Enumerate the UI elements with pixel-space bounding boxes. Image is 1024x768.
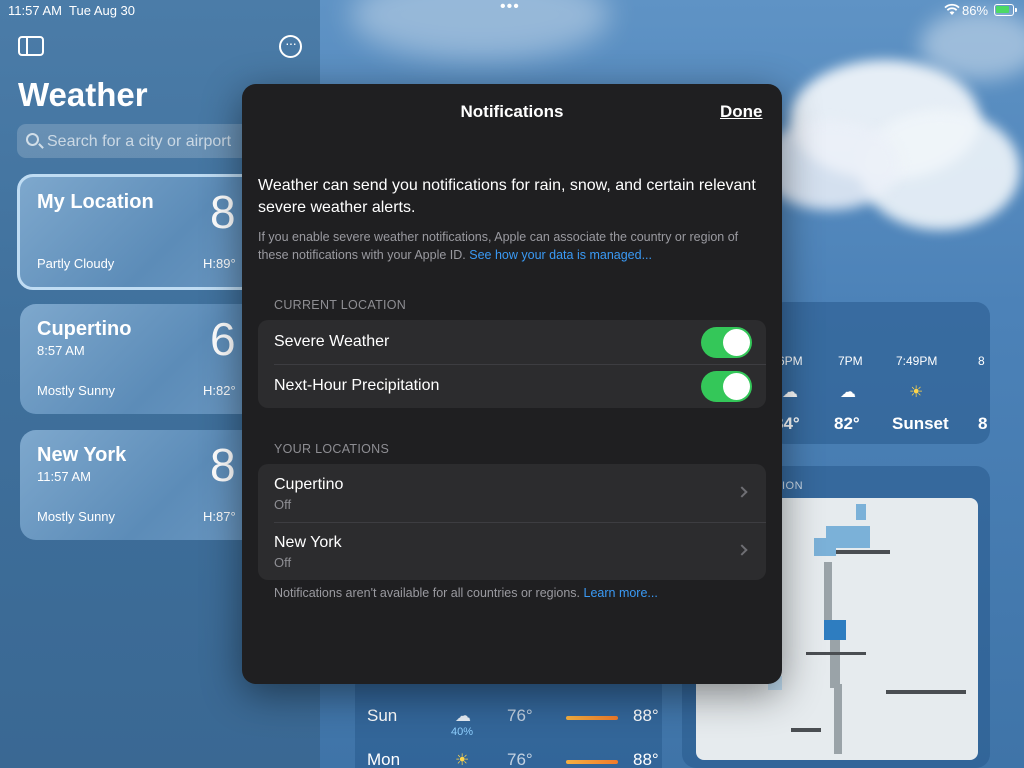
rain-cloud-icon: ☁: [455, 708, 471, 725]
day-label: Sun: [367, 706, 398, 725]
row-label: Severe Weather: [274, 333, 390, 350]
battery-icon: [994, 4, 1017, 16]
section-header-current-location: CURRENT LOCATION: [274, 298, 407, 312]
search-placeholder: Search for a city or airport: [47, 133, 232, 150]
row-label: New York: [274, 534, 342, 551]
location-high: H:87°: [203, 509, 236, 524]
learn-more-link[interactable]: Learn more...: [584, 586, 658, 600]
row-state: Off: [274, 497, 292, 512]
card-header: ION: [782, 480, 804, 492]
location-temp: 6: [210, 313, 236, 365]
wifi-icon: [944, 3, 960, 19]
status-date: Tue Aug 30: [69, 3, 136, 18]
location-condition: Partly Cloudy: [37, 256, 115, 271]
location-name: New York: [37, 444, 127, 466]
day-low: 76°: [507, 750, 533, 768]
toggle-knob: [723, 373, 750, 400]
day-high: 88°: [633, 750, 659, 768]
location-condition: Mostly Sunny: [37, 383, 116, 398]
multitasking-dots[interactable]: •••: [500, 0, 520, 16]
location-high: H:89°: [203, 256, 236, 271]
status-time: 11:57 AM: [8, 3, 62, 18]
chevron-right-icon: [736, 544, 748, 556]
chevron-right-icon: [736, 486, 748, 498]
location-name: Cupertino: [37, 318, 132, 340]
section-header-your-locations: YOUR LOCATIONS: [274, 442, 390, 456]
modal-title: Notifications: [460, 102, 564, 121]
row-label: Next-Hour Precipitation: [274, 377, 440, 394]
cloud-icon: ☁: [840, 384, 856, 401]
hourly-forecast-card: 6PM 7PM 7:49PM 8 ☁ ☁ ☀ 84° 82° Sunset 8: [770, 302, 990, 444]
footer-note: Notifications aren't available for all c…: [274, 586, 658, 600]
hour-label: 7PM: [838, 354, 863, 368]
location-name: My Location: [37, 191, 154, 213]
daily-row: Mon ☀ 76° 88°: [367, 750, 659, 768]
page-title: Weather: [18, 76, 148, 113]
next-hour-precipitation-row[interactable]: Next-Hour Precipitation: [258, 364, 766, 408]
battery-percent: 86%: [962, 3, 989, 18]
location-temp: 8: [210, 186, 236, 238]
search-icon: [26, 133, 39, 146]
done-button[interactable]: Done: [720, 102, 763, 122]
location-high: H:82°: [203, 383, 236, 398]
privacy-text: If you enable severe weather notificatio…: [258, 228, 763, 264]
footer-text: Notifications aren't available for all c…: [274, 586, 581, 600]
more-options-icon[interactable]: ···: [279, 35, 302, 58]
hour-label: 7:49PM: [896, 354, 938, 368]
intro-text: Weather can send you notifications for r…: [258, 177, 756, 216]
toggle-knob: [723, 329, 750, 356]
next-hour-precipitation-toggle[interactable]: [701, 371, 752, 402]
daily-forecast-card: 40% Sun ☁ 40% 76° 88° Mon ☀ 76° 88°: [355, 672, 662, 768]
location-row-cupertino[interactable]: Cupertino Off: [258, 464, 766, 522]
location-time: 11:57 AM: [37, 469, 91, 484]
hour-label: 8: [978, 354, 985, 368]
sunset-icon: ☀: [909, 384, 924, 401]
precip-chance: 40%: [451, 726, 474, 738]
location-condition: Mostly Sunny: [37, 509, 116, 524]
current-location-group: Severe Weather Next-Hour Precipitation: [258, 320, 766, 408]
hour-temp: 82°: [834, 414, 860, 433]
row-label: Cupertino: [274, 476, 344, 493]
your-locations-group: Cupertino Off New York Off: [258, 464, 766, 580]
daily-row: Sun ☁ 40% 76° 88°: [367, 706, 659, 738]
sidebar-toggle-icon[interactable]: [18, 36, 44, 56]
location-row-new-york[interactable]: New York Off: [258, 522, 766, 580]
location-time: 8:57 AM: [37, 343, 85, 358]
data-managed-link[interactable]: See how your data is managed...: [469, 248, 652, 262]
location-temp: 8: [210, 439, 236, 491]
cloud-icon: ☁: [782, 384, 798, 401]
temp-range-bar: [566, 716, 618, 720]
severe-weather-toggle[interactable]: [701, 327, 752, 358]
temp-range-bar: [566, 760, 618, 764]
hour-temp: Sunset: [892, 414, 949, 433]
row-state: Off: [274, 555, 292, 570]
status-bar: 11:57 AM Tue Aug 30 ••• 86%: [0, 0, 1024, 22]
day-high: 88°: [633, 706, 659, 725]
day-label: Mon: [367, 750, 401, 768]
notifications-modal: Notifications Done Weather can send you …: [242, 84, 782, 684]
severe-weather-row[interactable]: Severe Weather: [258, 320, 766, 364]
day-low: 76°: [507, 706, 533, 725]
sun-icon: ☀: [455, 752, 470, 768]
hour-temp: 8: [978, 414, 988, 433]
